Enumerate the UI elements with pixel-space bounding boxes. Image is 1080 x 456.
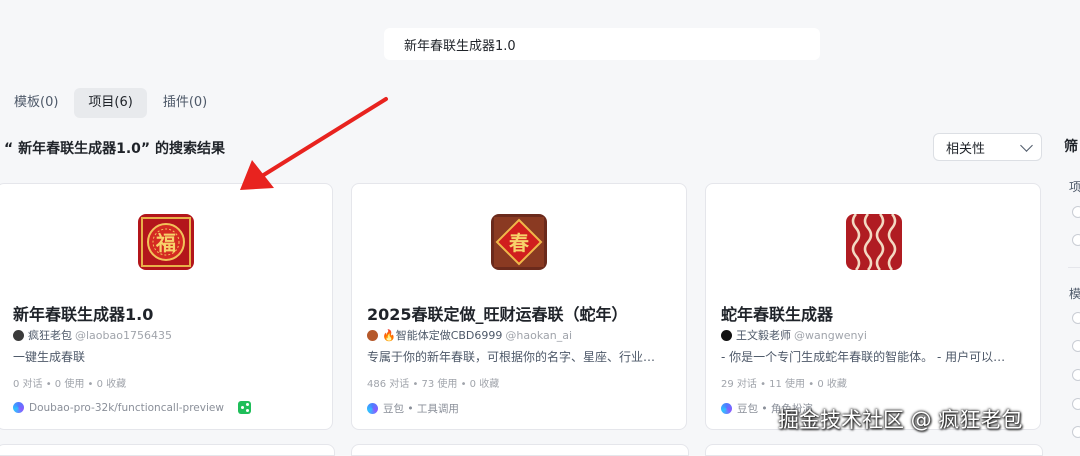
- tab-templates[interactable]: 模板(0): [0, 88, 72, 118]
- model-name: Doubao-pro-32k/functioncall-preview: [29, 401, 224, 414]
- card-stats: 486 对话 • 73 使用 • 0 收藏: [367, 379, 500, 390]
- chevron-down-icon: [1020, 138, 1033, 152]
- filter-radio[interactable]: [1072, 426, 1080, 438]
- card-description: - 你是一个专门生成蛇年春联的智能体。 - 用户可以…: [721, 350, 1006, 364]
- card-model: Doubao-pro-32k/functioncall-preview: [13, 401, 251, 414]
- card-title: 2025春联定做_旺财运春联（蛇年）: [367, 305, 628, 324]
- snake-pattern-icon: [846, 214, 902, 270]
- project-card[interactable]: [705, 444, 1043, 456]
- author-handle: @haokan_ai: [505, 328, 573, 342]
- svg-text:春: 春: [508, 231, 530, 255]
- author-name: 🔥智能体定做CBD6999: [382, 329, 503, 342]
- card-model: 豆包 • 工具调用: [367, 401, 459, 416]
- author-handle: @laobao1756435: [75, 328, 172, 342]
- card-stats: 0 对话 • 0 使用 • 0 收藏: [13, 379, 127, 390]
- sort-selected-value: 相关性: [946, 141, 986, 157]
- filter-radio[interactable]: [1072, 206, 1080, 218]
- card-title: 新年春联生成器1.0: [13, 305, 154, 324]
- filter-divider: [1068, 267, 1080, 268]
- avatar: [721, 329, 732, 341]
- model-icon: [367, 403, 378, 414]
- sort-dropdown[interactable]: 相关性: [933, 133, 1042, 161]
- filter-group-label: 项: [1069, 180, 1080, 194]
- tab-projects[interactable]: 项目(6): [74, 88, 147, 118]
- card-description: 一键生成春联: [13, 350, 86, 364]
- card-author: 🔥智能体定做CBD6999 @haokan_ai: [367, 327, 572, 343]
- share-icon[interactable]: [237, 401, 251, 414]
- project-card[interactable]: 福 新年春联生成器1.0 疯狂老包 @laobao1756435 一键生成春联 …: [0, 183, 333, 430]
- search-input[interactable]: 新年春联生成器1.0: [384, 28, 820, 60]
- card-title: 蛇年春联生成器: [721, 305, 834, 324]
- avatar: [13, 329, 24, 341]
- avatar: [367, 329, 378, 341]
- project-card[interactable]: 春 2025春联定做_旺财运春联（蛇年） 🔥智能体定做CBD6999 @haok…: [351, 183, 687, 430]
- model-name: 豆包 • 工具调用: [383, 403, 459, 415]
- model-icon: [13, 402, 24, 413]
- filter-radio[interactable]: [1072, 369, 1080, 381]
- filter-radio[interactable]: [1072, 312, 1080, 324]
- project-card[interactable]: 蛇年春联生成器 王文毅老师 @wangwenyi - 你是一个专门生成蛇年春联的…: [705, 183, 1041, 430]
- filter-panel-title: 筛: [1064, 139, 1078, 155]
- search-query-text: 新年春联生成器1.0: [404, 38, 516, 54]
- filter-radio[interactable]: [1072, 398, 1080, 410]
- filter-radio[interactable]: [1072, 340, 1080, 352]
- card-author: 王文毅老师 @wangwenyi: [721, 327, 867, 343]
- chun-character-icon: 春: [491, 214, 547, 270]
- card-stats: 29 对话 • 11 使用 • 0 收藏: [721, 379, 847, 390]
- tab-plugins[interactable]: 插件(0): [149, 88, 221, 118]
- watermark: 掘金技术社区 @ 疯狂老包: [778, 408, 1023, 432]
- svg-text:福: 福: [155, 231, 176, 255]
- filter-group-label: 模: [1069, 287, 1080, 301]
- project-card[interactable]: [0, 444, 335, 456]
- card-description: 专属于你的新年春联，可根据你的名字、星座、行业…: [367, 350, 656, 364]
- model-icon: [721, 403, 732, 414]
- result-type-tabs: 模板(0) 项目(6) 插件(0): [0, 88, 223, 118]
- project-card[interactable]: [351, 444, 689, 456]
- filter-radio[interactable]: [1072, 234, 1080, 246]
- fu-character-icon: 福: [138, 214, 194, 270]
- card-author: 疯狂老包 @laobao1756435: [13, 327, 172, 343]
- author-handle: @wangwenyi: [794, 328, 867, 342]
- search-results-heading: “ 新年春联生成器1.0” 的搜索结果: [4, 141, 225, 157]
- author-name: 疯狂老包: [28, 329, 72, 342]
- author-name: 王文毅老师: [736, 329, 791, 342]
